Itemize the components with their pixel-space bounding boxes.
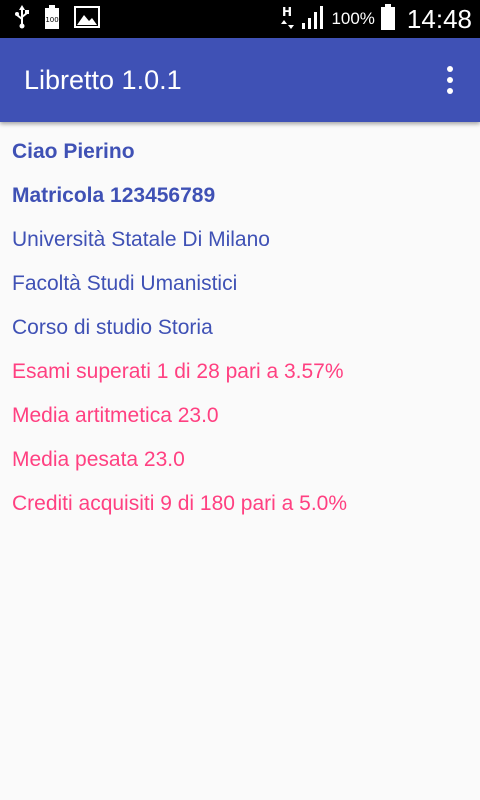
hplus-data-icon: H bbox=[281, 4, 295, 35]
overflow-dot bbox=[447, 87, 453, 94]
overflow-dot bbox=[447, 76, 453, 83]
credits-earned: Crediti acquisiti 9 di 180 pari a 5.0% bbox=[12, 492, 348, 515]
overflow-dot bbox=[447, 66, 453, 73]
battery-percent: 100% bbox=[331, 9, 375, 28]
app-title: Libretto 1.0.1 bbox=[24, 65, 182, 95]
exams-passed: Esami superati 1 di 28 pari a 3.57% bbox=[12, 360, 344, 383]
university: Università Statale Di Milano bbox=[12, 228, 270, 251]
image-icon bbox=[74, 5, 100, 33]
arithmetic-mean: Media artitmetica 23.0 bbox=[12, 404, 219, 427]
status-bar-notifications: 100 bbox=[14, 0, 100, 38]
clock: 14:48 bbox=[406, 3, 472, 34]
matricola: Matricola 123456789 bbox=[12, 184, 216, 207]
status-bar-system: H 100% 14:48 bbox=[281, 0, 472, 38]
course: Corso di studio Storia bbox=[12, 316, 213, 339]
usb-icon bbox=[14, 4, 30, 34]
faculty: Facoltà Studi Umanistici bbox=[12, 272, 238, 295]
network-type-label: H bbox=[282, 5, 292, 19]
more-vert-icon[interactable] bbox=[438, 64, 462, 96]
battery-saver-icon: 100 bbox=[44, 4, 60, 34]
signal-icon bbox=[301, 5, 325, 34]
app-toolbar: Libretto 1.0.1 bbox=[0, 38, 480, 122]
battery-icon bbox=[380, 3, 395, 35]
greeting: Ciao Pierino bbox=[12, 140, 135, 163]
battery-saver-badge: 100 bbox=[45, 16, 58, 24]
status-bar: 100 H 100% 14:48 bbox=[0, 0, 480, 38]
weighted-mean: Media pesata 23.0 bbox=[12, 448, 185, 471]
student-summary: Ciao Pierino Matricola 123456789 Univers… bbox=[12, 130, 472, 526]
